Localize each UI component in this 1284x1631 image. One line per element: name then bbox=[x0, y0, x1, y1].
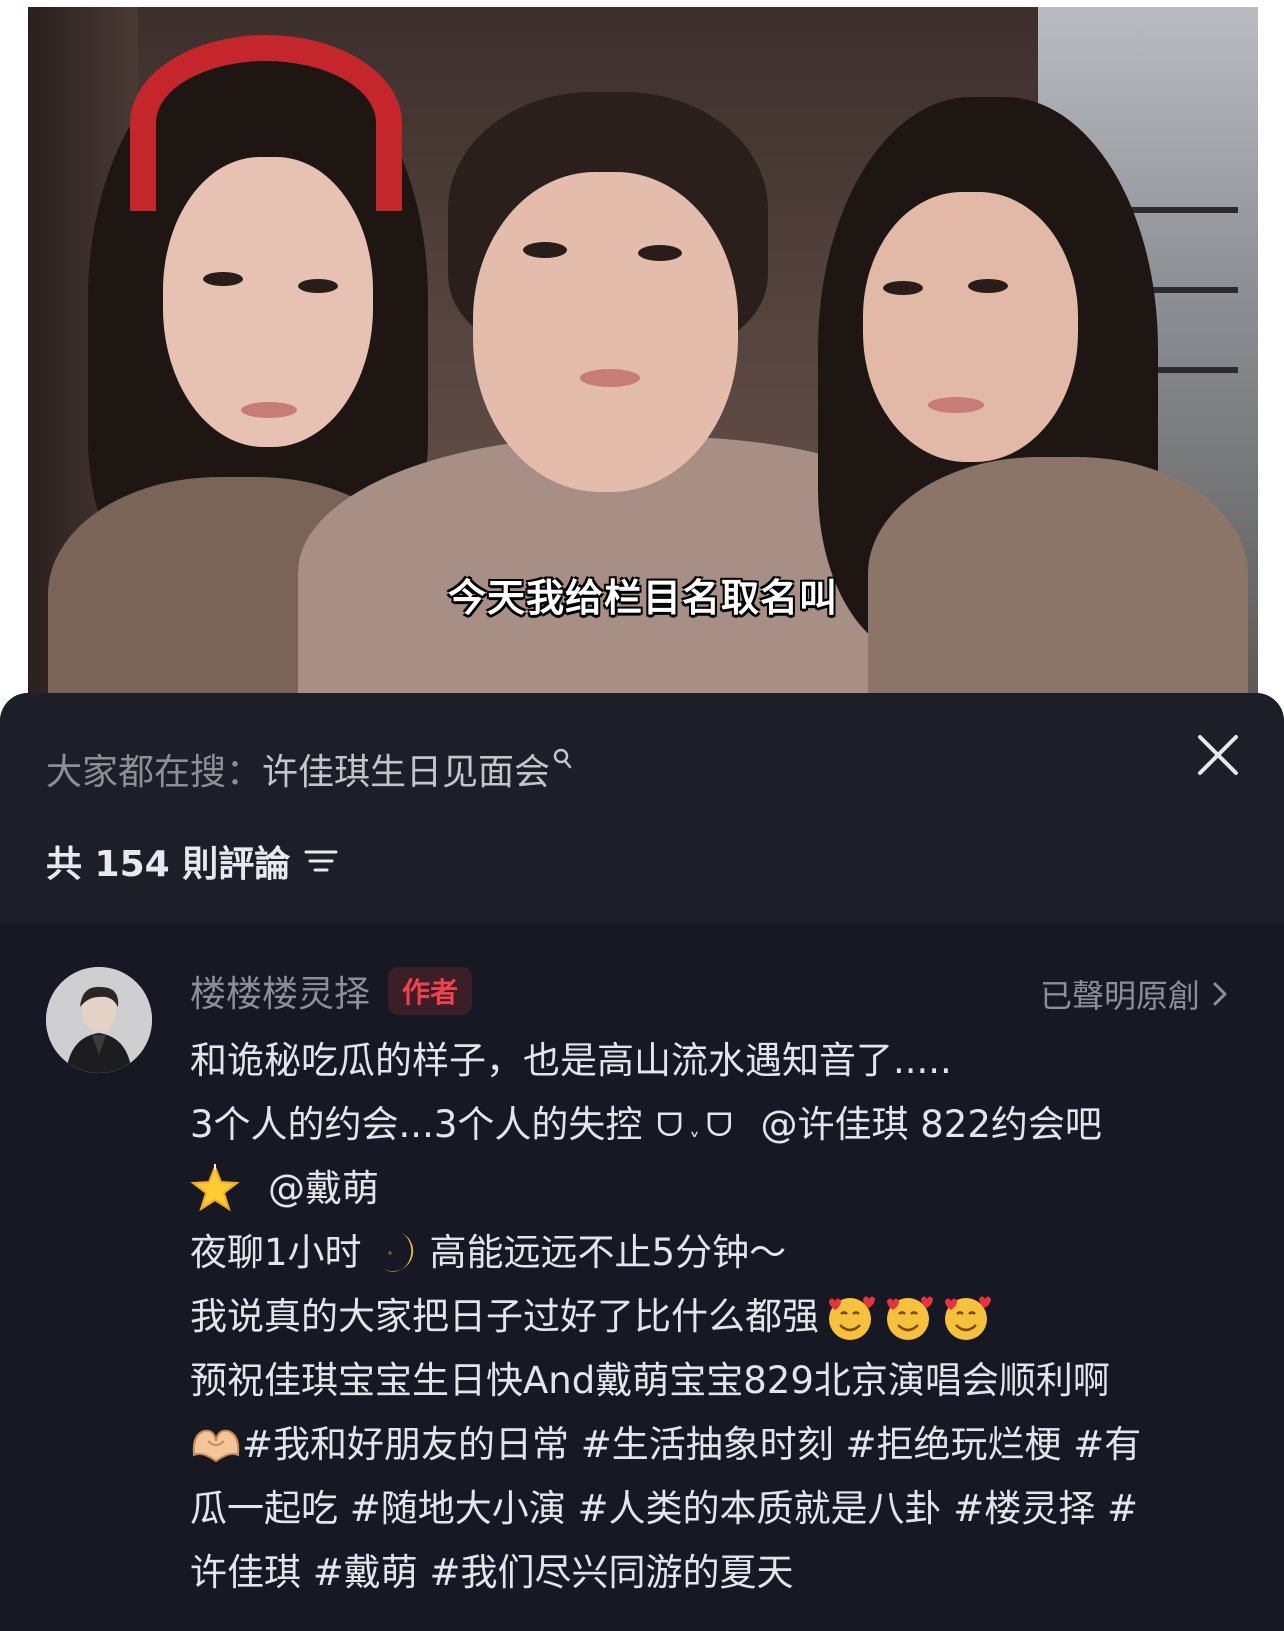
close-icon bbox=[1198, 735, 1238, 775]
comment-line-8[interactable]: 瓜一起吃 #随地大小演 #人类的本质就是八卦 #楼灵择 # bbox=[190, 1477, 1236, 1541]
crescent-moon-emoji bbox=[383, 1233, 413, 1272]
comment-line-4-text-b: 高能远远不止5分钟～ bbox=[429, 1231, 787, 1274]
kaomoji-mid: ˬ bbox=[688, 1112, 700, 1137]
comment-line-2: 3个人的约会...3个人的失控 ᗜˬᗜ @许佳琪 822约会吧 bbox=[190, 1093, 1236, 1157]
original-claim-label: 已聲明原創 bbox=[1039, 977, 1200, 1015]
kaomoji-left: ᗜ bbox=[656, 1106, 683, 1144]
comment-line-6: 预祝佳琪宝宝生日快And戴萌宝宝829北京演唱会顺利啊 bbox=[190, 1359, 1110, 1402]
trending-search-term: 许佳琪生日见面会 bbox=[262, 752, 551, 793]
comment-line-3-mention[interactable]: @戴萌 bbox=[268, 1157, 379, 1221]
video-subtitle: 今天我给栏目名取名叫 bbox=[447, 576, 838, 620]
smiling-face-with-hearts-emoji bbox=[945, 1296, 991, 1340]
comment-line-2-mention[interactable]: @许佳琪 822约会吧 bbox=[761, 1093, 1102, 1157]
comment-count-label: 共 154 則評論 bbox=[46, 844, 291, 885]
comment-line-9[interactable]: 许佳琪 #戴萌 #我们尽兴同游的夏天 bbox=[190, 1541, 1236, 1605]
author-badge: 作者 bbox=[388, 967, 473, 1015]
trending-search-link[interactable]: 大家都在搜：许佳琪生日见面会 bbox=[46, 743, 574, 795]
star-emoji bbox=[190, 1164, 240, 1212]
heart-hands-emoji bbox=[192, 1429, 240, 1463]
avatar-image bbox=[46, 967, 152, 1073]
comment-line-5: 我说真的大家把日子过好了比什么都强 bbox=[190, 1285, 1236, 1349]
comment-count: 共 154 則評論 bbox=[46, 835, 338, 887]
original-claim-link[interactable]: 已聲明原創 bbox=[1040, 971, 1228, 1017]
comment-line-7-hashtags[interactable]: #我和好朋友的日常 #生活抽象时刻 #拒绝玩烂梗 #有 bbox=[242, 1413, 1141, 1477]
sort-icon[interactable] bbox=[304, 846, 338, 876]
comment-line-2-text: 3个人的约会...3个人的失控 bbox=[190, 1103, 643, 1146]
video-player[interactable]: 今天我给栏目名取名叫 bbox=[28, 7, 1258, 697]
comment-line-4: 夜聊1小时 高能远远不止5分钟～ bbox=[190, 1221, 1236, 1285]
chevron-right-icon bbox=[1213, 982, 1227, 1006]
comment-body: 和诡秘吃瓜的样子，也是高山流水遇知音了..... 3个人的约会...3个人的失控… bbox=[190, 1029, 1236, 1605]
author-row: 楼楼楼灵择 作者 bbox=[190, 965, 473, 1017]
smiling-face-with-hearts-emoji bbox=[829, 1296, 875, 1340]
screen: 今天我给栏目名取名叫 大家都在搜：许佳琪生日见面会 共 154 則評論 楼楼楼灵… bbox=[0, 0, 1284, 1631]
comment-line-5-text: 我说真的大家把日子过好了比什么都强 bbox=[190, 1295, 819, 1338]
comment-line-1: 和诡秘吃瓜的样子，也是高山流水遇知音了..... bbox=[190, 1039, 952, 1082]
comment-panel: 大家都在搜：许佳琪生日见面会 共 154 則評論 楼楼楼灵择 作者 已聲明原創 … bbox=[0, 693, 1284, 1631]
comment-line-4-text-a: 夜聊1小时 bbox=[190, 1231, 362, 1274]
comment-line-7: #我和好朋友的日常 #生活抽象时刻 #拒绝玩烂梗 #有 bbox=[190, 1413, 1236, 1477]
author-name[interactable]: 楼楼楼灵择 bbox=[190, 965, 370, 1017]
search-icon bbox=[553, 748, 572, 769]
comment-panel-header: 大家都在搜：许佳琪生日见面会 共 154 則評論 bbox=[0, 693, 1284, 923]
kaomoji: ᗜˬᗜ bbox=[656, 1093, 732, 1157]
comment-line-3: @戴萌 bbox=[190, 1157, 1236, 1221]
avatar[interactable] bbox=[46, 967, 152, 1073]
kaomoji-right: ᗜ bbox=[705, 1106, 733, 1144]
trending-search-prefix: 大家都在搜： bbox=[46, 752, 263, 793]
close-button[interactable] bbox=[1190, 727, 1246, 783]
smiling-face-with-hearts-emoji bbox=[887, 1296, 933, 1340]
